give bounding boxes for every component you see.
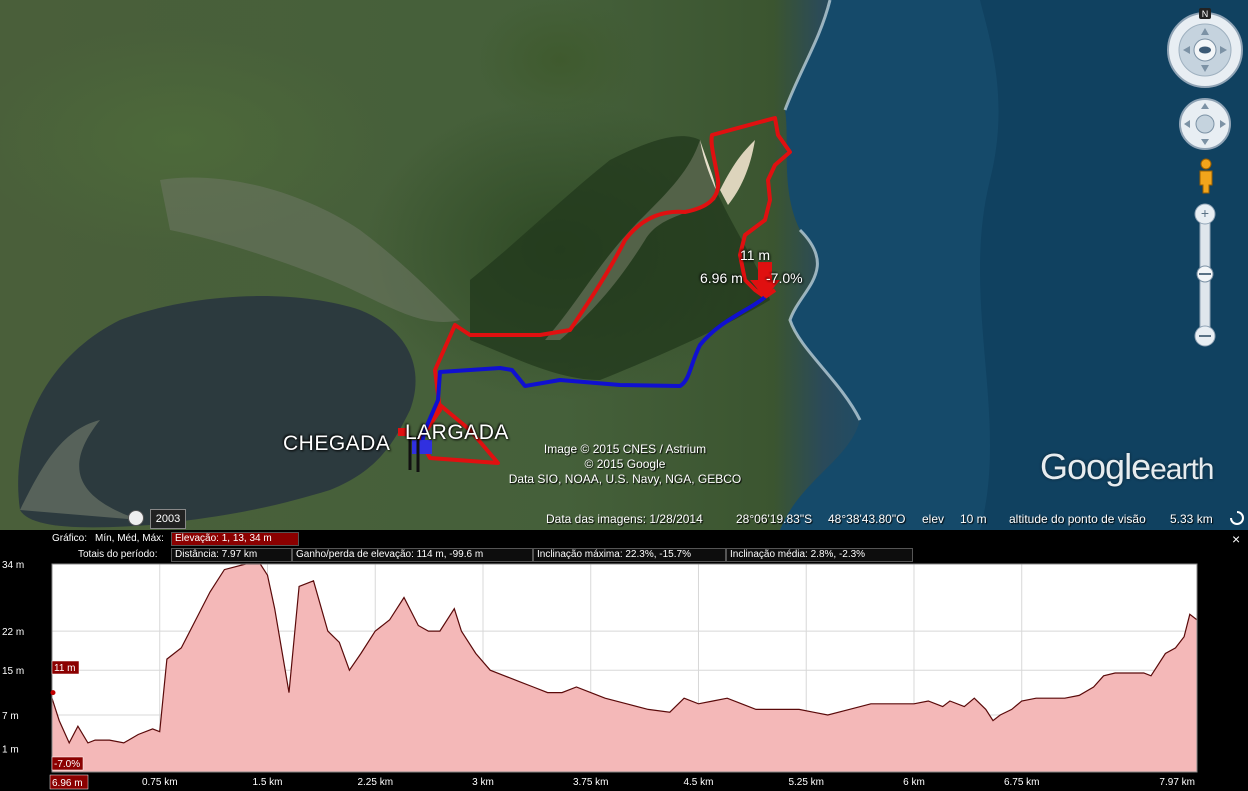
x-tick-label: 6.75 km	[1004, 777, 1040, 788]
start-label[interactable]: LARGADA	[405, 421, 509, 445]
y-tick-label: 22 m	[2, 627, 24, 638]
status-bar: Data das imagens: 1/28/2014 28°06'19.83"…	[540, 508, 1248, 530]
marker-distance-label: 6.96 m	[700, 270, 743, 286]
imagery-copyright: Image © 2015 CNES / Astrium © 2015 Googl…	[500, 442, 750, 487]
elevation-label: elev	[922, 512, 945, 526]
x-tick-label: 6 km	[903, 777, 925, 788]
finish-label[interactable]: CHEGADA	[283, 432, 390, 456]
x-tick-label: 3 km	[472, 777, 494, 788]
x-tick-label: 1.5 km	[252, 777, 282, 788]
eye-altitude-label: altitude do ponto de visão	[1009, 512, 1146, 526]
y-tick-label: 1 m	[2, 745, 19, 756]
cursor-elevation: 11 m	[54, 663, 76, 674]
loading-spinner-icon	[1230, 511, 1244, 525]
map-view[interactable]: CHEGADA LARGADA 11 m 6.96 m -7.0% Image …	[0, 0, 1248, 530]
elevation-value: 10 m	[960, 512, 987, 526]
x-tick-label: 7.97 km	[1159, 777, 1195, 788]
marker-elevation-label: 11 m	[740, 247, 771, 263]
y-tick-label: 34 m	[2, 560, 24, 571]
y-tick-label: 7 m	[2, 711, 19, 722]
longitude: 48°38'43.80"O	[828, 512, 906, 526]
x-tick-label: 3.75 km	[573, 777, 609, 788]
x-tick-label: 2.25 km	[357, 777, 393, 788]
eye-altitude-value: 5.33 km	[1170, 512, 1213, 526]
forest	[470, 136, 770, 380]
y-axis-ticks: 34 m 22 m 15 m 7 m 1 m	[2, 560, 24, 756]
elevation-chart[interactable]: 34 m 22 m 15 m 7 m 1 m 0.75 km 1.5 km 2.25 km 3…	[0, 530, 1248, 791]
x-axis-ticks: 0.75 km 1.5 km 2.25 km 3 km 3.75 km 4.5 km 5.2…	[142, 777, 1195, 788]
copyright-line: Image © 2015 CNES / Astrium	[543, 442, 707, 456]
cursor-distance: 6.96 m	[52, 778, 83, 789]
elevation-profile-panel: Gráfico: Mín, Méd, Máx: Elevação: 1, 13,…	[0, 530, 1248, 791]
compass-north-label: N	[1202, 9, 1209, 19]
historical-imagery-year[interactable]: 2003	[150, 509, 186, 529]
svg-text:+: +	[1201, 205, 1209, 221]
x-tick-label: 0.75 km	[142, 777, 178, 788]
imagery-date: Data das imagens: 1/28/2014	[546, 512, 703, 526]
google-earth-logo: Googleearth	[1040, 446, 1214, 489]
copyright-line: Data SIO, NOAA, U.S. Navy, NGA, GEBCO	[508, 472, 742, 486]
latitude: 28°06'19.83"S	[736, 512, 813, 526]
logo-suffix: earth	[1150, 453, 1214, 486]
cursor-slope: -7.0%	[54, 759, 80, 770]
copyright-line: © 2015 Google	[584, 457, 666, 471]
x-tick-label: 4.5 km	[683, 777, 713, 788]
x-tick-label: 5.25 km	[788, 777, 824, 788]
logo-main: Google	[1040, 446, 1151, 487]
clock-icon[interactable]	[128, 510, 144, 526]
zoom-slider[interactable]: +	[1193, 202, 1217, 350]
chart-cursor-point	[50, 690, 56, 696]
street-view-pegman-icon[interactable]	[1195, 157, 1217, 197]
move-joystick-icon[interactable]	[1178, 97, 1232, 151]
marker-slope-label: -7.0%	[766, 270, 803, 286]
sand-dunes-2	[720, 140, 755, 205]
compass-icon[interactable]: N	[1165, 8, 1245, 90]
y-tick-label: 15 m	[2, 666, 24, 677]
